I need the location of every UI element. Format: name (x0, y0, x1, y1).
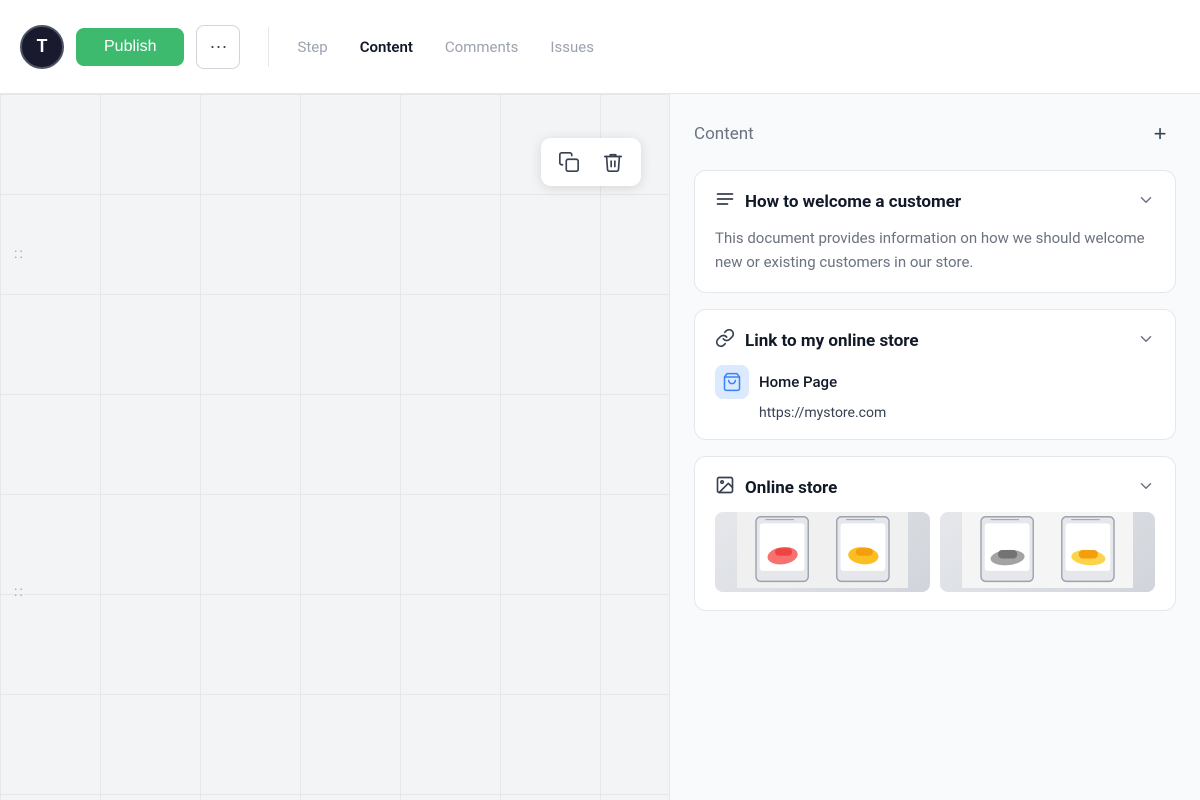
link-card-header: Link to my online store (695, 310, 1175, 365)
drag-handle-top[interactable]: :: (14, 246, 25, 262)
panel-title: Content (694, 124, 754, 144)
document-card-title: How to welcome a customer (745, 192, 1127, 212)
document-card-header: How to welcome a customer (695, 171, 1175, 226)
canvas-grid (0, 94, 669, 800)
more-options-button[interactable]: ··· (196, 25, 240, 69)
copy-button[interactable] (551, 144, 587, 180)
publish-button[interactable]: Publish (76, 28, 184, 66)
store-image-2 (940, 512, 1155, 592)
right-panel: Content + How to welcome a customer (670, 94, 1200, 800)
store-bag-icon (715, 365, 749, 399)
add-content-button[interactable]: + (1144, 118, 1176, 150)
link-url: https://mystore.com (715, 405, 1155, 421)
store-image-1 (715, 512, 930, 592)
nav-comments[interactable]: Comments (445, 34, 519, 60)
header-nav: Step Content Comments Issues (297, 34, 593, 60)
nav-step[interactable]: Step (297, 34, 327, 60)
header-divider (268, 27, 269, 67)
main-layout: :: :: Content + How to welcome a custome… (0, 94, 1200, 800)
canvas-area: :: :: (0, 94, 670, 800)
avatar: T (20, 25, 64, 69)
image-icon (715, 475, 735, 500)
document-card-body: This document provides information on ho… (695, 226, 1175, 292)
link-card-chevron[interactable] (1137, 330, 1155, 352)
online-store-card-header: Online store (695, 457, 1175, 512)
link-row: Home Page (715, 365, 1155, 399)
online-store-card-chevron[interactable] (1137, 477, 1155, 499)
drag-handle-middle[interactable]: :: (14, 584, 25, 600)
header-left: T Publish ··· (20, 25, 240, 69)
link-card: Link to my online store (694, 309, 1176, 440)
nav-content[interactable]: Content (360, 34, 413, 60)
link-icon (715, 328, 735, 353)
document-card-chevron[interactable] (1137, 191, 1155, 213)
link-card-body: Home Page https://mystore.com (695, 365, 1175, 439)
canvas-toolbar (541, 138, 641, 186)
link-label: Home Page (759, 373, 837, 391)
online-store-card: Online store (694, 456, 1176, 611)
document-icon (715, 189, 735, 214)
delete-button[interactable] (595, 144, 631, 180)
online-store-card-title: Online store (745, 478, 1127, 498)
panel-header: Content + (694, 118, 1176, 150)
link-card-title: Link to my online store (745, 331, 1127, 351)
header: T Publish ··· Step Content Comments Issu… (0, 0, 1200, 94)
nav-issues[interactable]: Issues (550, 34, 594, 60)
online-store-images (695, 512, 1175, 610)
document-card: How to welcome a customer This document … (694, 170, 1176, 293)
